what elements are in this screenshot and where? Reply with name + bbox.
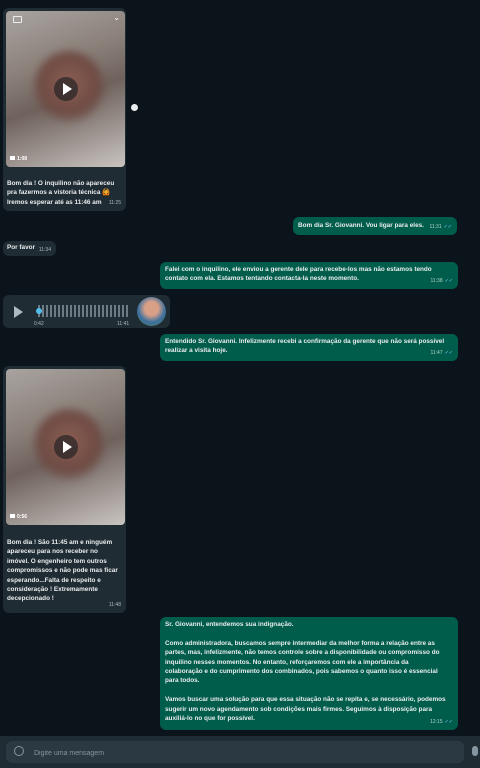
read-check-icon: ✓✓ [444, 718, 453, 725]
message-time: 12:15 ✓✓ [430, 718, 453, 725]
video-camera-icon [10, 156, 15, 161]
play-icon[interactable] [53, 435, 78, 459]
chevron-down-icon[interactable]: ⌄ [113, 13, 120, 22]
message-input[interactable] [32, 745, 436, 761]
message-time: 11:34 [38, 246, 51, 253]
message-text: Falei com o inquilino, ele enviou a gere… [165, 266, 432, 283]
message-time: 11:31 ✓✓ [429, 223, 452, 230]
chat-area: 1:08 ⌄ Bom dia ! O inquilino não aparece… [0, 0, 480, 736]
message-text: Por favor [7, 244, 36, 251]
outgoing-message[interactable]: Entendido Sr. Giovanni. Infelizmente rec… [160, 334, 458, 361]
microphone-icon[interactable] [472, 746, 478, 756]
message-time: 11:48 [108, 601, 121, 608]
message-text: Bom dia Sr. Giovanni. Vou ligar para ele… [298, 222, 424, 229]
incoming-voice-message[interactable]: 0:42 11:41 [3, 295, 170, 328]
incoming-video-message[interactable]: 1:08 ⌄ Bom dia ! O inquilino não aparece… [3, 8, 126, 211]
react-emoji-icon[interactable] [131, 104, 138, 111]
message-input-container[interactable] [6, 741, 464, 763]
message-composer [0, 736, 480, 768]
video-duration: 0:56 [10, 513, 27, 522]
voice-waveform[interactable] [38, 305, 130, 317]
message-text: Sr. Giovanni, entendemos sua indignação.… [165, 621, 446, 723]
message-time: 11:41 [117, 321, 130, 327]
video-thumbnail[interactable]: 1:08 ⌄ [6, 11, 125, 167]
outgoing-message[interactable]: Sr. Giovanni, entendemos sua indignação.… [160, 617, 458, 730]
emoji-icon[interactable] [14, 746, 24, 756]
video-thumbnail[interactable]: 0:56 [6, 369, 125, 525]
message-text: Bom dia ! O inquilino não apareceu pra f… [7, 180, 115, 206]
video-camera-icon [10, 514, 15, 519]
forward-icon[interactable] [13, 16, 22, 23]
voice-play-icon[interactable] [14, 306, 23, 318]
message-text: Bom dia ! São 11:45 am e ninguém aparece… [7, 539, 118, 603]
sender-avatar[interactable] [137, 297, 166, 326]
voice-duration: 0:42 [34, 321, 44, 327]
play-icon[interactable] [53, 77, 78, 101]
read-check-icon: ✓✓ [443, 223, 452, 230]
read-check-icon: ✓✓ [444, 277, 453, 284]
message-time: 11:47 ✓✓ [430, 349, 453, 356]
message-time: 11:25 [108, 199, 121, 206]
outgoing-message[interactable]: Falei com o inquilino, ele enviou a gere… [160, 262, 458, 289]
message-text: Entendido Sr. Giovanni. Infelizmente rec… [165, 338, 445, 355]
outgoing-message[interactable]: Bom dia Sr. Giovanni. Vou ligar para ele… [293, 217, 457, 235]
message-time: 11:38 ✓✓ [430, 277, 453, 284]
read-check-icon: ✓✓ [444, 349, 453, 356]
incoming-message[interactable]: Por favor 11:34 [3, 241, 56, 256]
voice-scrubber-handle[interactable] [36, 308, 42, 314]
video-duration: 1:08 [10, 155, 27, 164]
incoming-video-message[interactable]: 0:56 Bom dia ! São 11:45 am e ninguém ap… [3, 366, 126, 613]
